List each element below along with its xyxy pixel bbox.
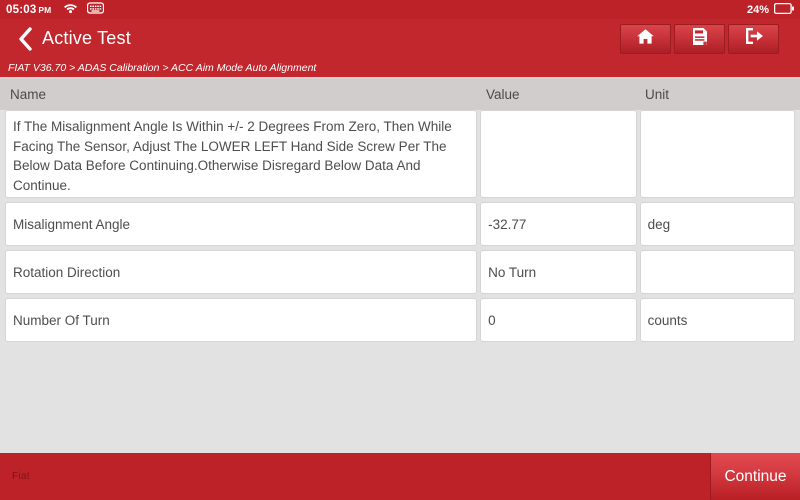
cell-unit <box>639 250 795 294</box>
data-table: Name Value Unit If The Misalignment Angl… <box>0 79 800 446</box>
exit-button[interactable] <box>728 23 779 54</box>
title-bar: Active Test <box>0 19 800 58</box>
cell-unit: deg <box>639 202 795 246</box>
status-bar: 05:03 PM 24% <box>0 0 800 19</box>
column-header-name: Name <box>10 87 47 102</box>
column-header-unit: Unit <box>645 87 670 102</box>
battery-icon <box>773 1 794 19</box>
breadcrumb: FIAT V36.70 > ADAS Calibration > ACC Aim… <box>0 58 800 79</box>
cell-name: Misalignment Angle <box>5 202 478 246</box>
cell-name: If The Misalignment Angle Is Within +/- … <box>5 110 478 198</box>
table-row[interactable]: Rotation Direction No Turn <box>0 250 800 294</box>
continue-button[interactable]: Continue <box>710 453 800 500</box>
vehicle-brand-label: Fiat <box>12 471 30 482</box>
exit-icon <box>744 27 764 50</box>
cell-unit <box>639 110 795 198</box>
bottom-bar: Fiat Continue <box>0 453 800 500</box>
cell-name: Number Of Turn <box>5 298 478 342</box>
page-title: Active Test <box>42 28 131 48</box>
diagnostic-app-screen: 05:03 PM 24% Active Test FIAT V36.70 > A… <box>0 0 800 500</box>
status-time: 05:03 <box>6 3 37 16</box>
header-button-group <box>620 23 779 54</box>
table-row[interactable]: If The Misalignment Angle Is Within +/- … <box>0 110 800 198</box>
home-icon <box>636 28 655 50</box>
battery-percent-label: 24% <box>746 3 769 16</box>
cell-value: 0 <box>480 298 637 342</box>
table-row[interactable]: Number Of Turn 0 counts <box>0 298 800 342</box>
table-row[interactable]: Misalignment Angle -32.77 deg <box>0 202 800 246</box>
back-chevron-icon[interactable] <box>14 26 36 52</box>
keyboard-icon <box>87 1 105 19</box>
table-header-row: Name Value Unit <box>0 79 800 110</box>
cell-value: No Turn <box>480 250 637 294</box>
column-header-value: Value <box>486 87 520 102</box>
home-button[interactable] <box>620 23 671 54</box>
status-ampm: PM <box>38 4 52 15</box>
report-button[interactable] <box>674 23 725 54</box>
wifi-icon <box>63 1 78 19</box>
cell-name: Rotation Direction <box>5 250 478 294</box>
cell-value: -32.77 <box>480 202 637 246</box>
cell-value <box>480 110 637 198</box>
cell-unit: counts <box>639 298 795 342</box>
report-icon <box>692 27 708 51</box>
